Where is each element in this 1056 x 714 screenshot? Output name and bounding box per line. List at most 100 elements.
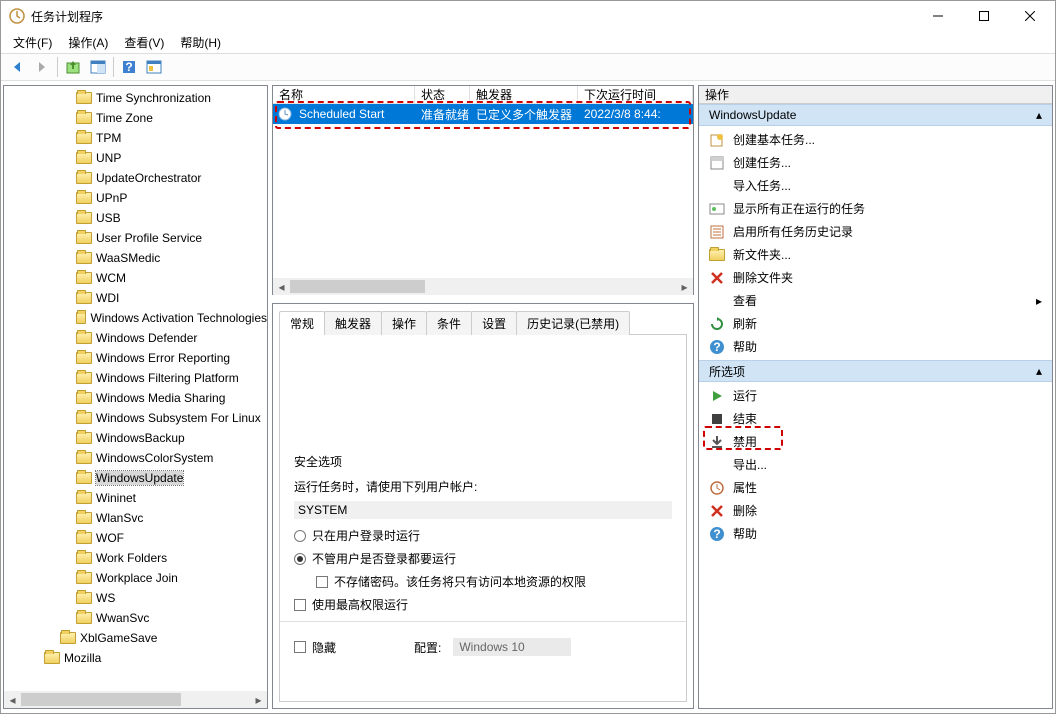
checkbox-no-store-password[interactable]: 不存储密码。该任务将只有访问本地资源的权限 [316, 573, 672, 590]
action-disable[interactable]: 禁用 [699, 430, 1052, 453]
tree-item[interactable]: Time Zone [4, 108, 267, 128]
tree-item[interactable]: WindowsUpdate [4, 468, 267, 488]
help-button[interactable]: ? [117, 55, 141, 79]
folder-icon [76, 552, 92, 564]
tab-triggers[interactable]: 触发器 [324, 311, 382, 335]
properties-icon [709, 480, 725, 496]
tree-item[interactable]: Windows Media Sharing [4, 388, 267, 408]
menu-view[interactable]: 查看(V) [116, 32, 172, 53]
menu-file[interactable]: 文件(F) [5, 32, 60, 53]
action-end[interactable]: 结束 [699, 407, 1052, 430]
tree-item[interactable]: WindowsColorSystem [4, 448, 267, 468]
action-create-basic-task[interactable]: 创建基本任务... [699, 128, 1052, 151]
tree-item[interactable]: Windows Subsystem For Linux [4, 408, 267, 428]
scroll-right-icon[interactable]: ▸ [250, 691, 267, 708]
tree-item[interactable]: Wininet [4, 488, 267, 508]
action-enable-history[interactable]: 启用所有任务历史记录 [699, 220, 1052, 243]
minimize-button[interactable] [915, 1, 961, 31]
tab-history[interactable]: 历史记录(已禁用) [516, 311, 630, 335]
task-row[interactable]: Scheduled Start 准备就绪 已定义多个触发器 2022/3/8 8… [273, 104, 693, 124]
action-delete-folder[interactable]: 删除文件夹 [699, 266, 1052, 289]
tree-item[interactable]: UpdateOrchestrator [4, 168, 267, 188]
action-create-task[interactable]: 创建任务... [699, 151, 1052, 174]
account-name: SYSTEM [294, 501, 672, 519]
tree-item[interactable]: WCM [4, 268, 267, 288]
tree-item[interactable]: UNP [4, 148, 267, 168]
folder-tree[interactable]: Time SynchronizationTime ZoneTPMUNPUpdat… [4, 86, 267, 691]
tree-item[interactable]: Windows Filtering Platform [4, 368, 267, 388]
properties-button[interactable] [142, 55, 166, 79]
divider [280, 621, 686, 622]
tree-item[interactable]: Windows Error Reporting [4, 348, 267, 368]
tree-item[interactable]: UPnP [4, 188, 267, 208]
checkbox-hidden[interactable]: 隐藏 [294, 639, 336, 656]
action-new-folder[interactable]: 新文件夹... [699, 243, 1052, 266]
forward-button[interactable] [30, 55, 54, 79]
tree-item-label: WindowsColorSystem [96, 451, 213, 465]
action-refresh[interactable]: 刷新 [699, 312, 1052, 335]
col-name[interactable]: 名称 [273, 86, 415, 103]
tree-item[interactable]: WDI [4, 288, 267, 308]
checkbox-highest-privileges[interactable]: 使用最高权限运行 [294, 596, 672, 613]
tree-item[interactable]: Windows Defender [4, 328, 267, 348]
section-header-windowsupdate[interactable]: WindowsUpdate ▴ [699, 104, 1052, 126]
radio-only-logged-on[interactable]: 只在用户登录时运行 [294, 527, 672, 544]
maximize-button[interactable] [961, 1, 1007, 31]
help-icon: ? [709, 526, 725, 542]
tree-item[interactable]: WlanSvc [4, 508, 267, 528]
show-actions-button[interactable] [86, 55, 110, 79]
tree-scrollbar[interactable]: ◂ ▸ [4, 691, 267, 708]
tree-item[interactable]: Work Folders [4, 548, 267, 568]
tree-item[interactable]: Time Synchronization [4, 88, 267, 108]
tree-item[interactable]: WaaSMedic [4, 248, 267, 268]
tree-item[interactable]: XblGameSave [4, 628, 267, 648]
col-next-run[interactable]: 下次运行时间 [578, 86, 693, 103]
tab-settings[interactable]: 设置 [471, 311, 517, 335]
task-scrollbar[interactable]: ◂ ▸ [273, 278, 693, 295]
action-help[interactable]: ?帮助 [699, 335, 1052, 358]
tab-conditions[interactable]: 条件 [426, 311, 472, 335]
tree-item-label: Windows Activation Technologies [90, 311, 267, 325]
action-help[interactable]: ?帮助 [699, 522, 1052, 545]
menu-action[interactable]: 操作(A) [60, 32, 116, 53]
action-properties[interactable]: 属性 [699, 476, 1052, 499]
tab-general[interactable]: 常规 [279, 311, 325, 335]
back-button[interactable] [5, 55, 29, 79]
tree-item[interactable]: WS [4, 588, 267, 608]
tree-item[interactable]: WwanSvc [4, 608, 267, 628]
scroll-left-icon[interactable]: ◂ [273, 278, 290, 295]
tree-item[interactable]: WOF [4, 528, 267, 548]
tree-item[interactable]: TPM [4, 128, 267, 148]
tree-item[interactable]: USB [4, 208, 267, 228]
folder-icon [76, 432, 92, 444]
scroll-right-icon[interactable]: ▸ [676, 278, 693, 295]
radio-whether-logged[interactable]: 不管用户是否登录都要运行 [294, 550, 672, 567]
close-button[interactable] [1007, 1, 1053, 31]
tree-item[interactable]: Windows Activation Technologies [4, 308, 267, 328]
scroll-left-icon[interactable]: ◂ [4, 691, 21, 708]
tab-actions[interactable]: 操作 [381, 311, 427, 335]
action-import-task[interactable]: 导入任务... [699, 174, 1052, 197]
folder-icon [76, 172, 92, 184]
action-export[interactable]: 导出... [699, 453, 1052, 476]
col-trigger[interactable]: 触发器 [470, 86, 578, 103]
action-view[interactable]: 查看▸ [699, 289, 1052, 312]
menu-help[interactable]: 帮助(H) [172, 32, 229, 53]
radio-icon [294, 553, 306, 565]
action-delete[interactable]: 删除 [699, 499, 1052, 522]
task-list[interactable]: Scheduled Start 准备就绪 已定义多个触发器 2022/3/8 8… [273, 104, 693, 278]
col-status[interactable]: 状态 [415, 86, 470, 103]
tree-item[interactable]: WindowsBackup [4, 428, 267, 448]
action-run[interactable]: 运行 [699, 384, 1052, 407]
tree-item[interactable]: Workplace Join [4, 568, 267, 588]
folder-icon [76, 112, 92, 124]
tree-pane: Time SynchronizationTime ZoneTPMUNPUpdat… [3, 85, 268, 709]
tree-item-label: Work Folders [96, 551, 167, 565]
folder-icon [76, 252, 92, 264]
action-show-running[interactable]: 显示所有正在运行的任务 [699, 197, 1052, 220]
tree-item[interactable]: Mozilla [4, 648, 267, 668]
tree-item[interactable]: User Profile Service [4, 228, 267, 248]
section-header-selected[interactable]: 所选项 ▴ [699, 360, 1052, 382]
folder-icon [76, 232, 92, 244]
up-button[interactable] [61, 55, 85, 79]
